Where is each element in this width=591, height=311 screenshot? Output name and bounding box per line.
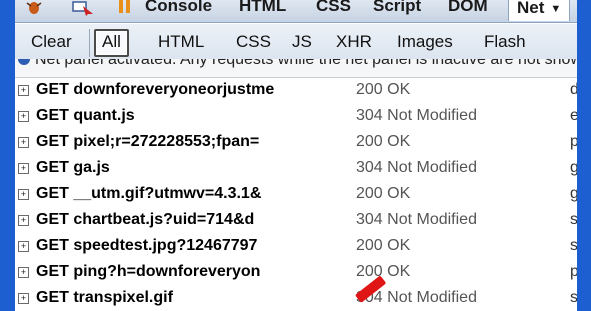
request-row[interactable]: + GET chartbeat.js?uid=714&d 304 Not Mod…	[15, 208, 577, 235]
request-status: 304 Not Modified	[356, 107, 477, 124]
request-row[interactable]: + GET ga.js 304 Not Modified go	[15, 156, 577, 183]
clear-button[interactable]: Clear	[25, 30, 78, 54]
tab-script[interactable]: Script	[373, 0, 421, 18]
request-domain: st	[570, 289, 577, 306]
request-url: GET downforeveryoneorjustme	[36, 81, 275, 98]
request-row[interactable]: + GET ping?h=downforeveryon 200 OK pi	[15, 260, 577, 287]
expand-icon[interactable]: +	[18, 137, 29, 148]
filter-images-button[interactable]: Images	[391, 30, 459, 54]
firebug-icon[interactable]	[25, 0, 43, 16]
expand-icon[interactable]: +	[18, 215, 29, 226]
expand-icon[interactable]: +	[18, 241, 29, 252]
tab-net[interactable]: Net ▼	[508, 0, 571, 21]
firebug-tabbar: Console HTML CSS Script DOM Net ▼	[15, 0, 577, 23]
filter-flash-button[interactable]: Flash	[478, 30, 532, 54]
pause-icon[interactable]	[119, 0, 131, 14]
request-url: GET quant.js	[36, 107, 135, 124]
expand-icon[interactable]: +	[18, 163, 29, 174]
request-row[interactable]: + GET pixel;r=272228553;fpan= 200 OK pi	[15, 130, 577, 157]
request-row[interactable]: + GET transpixel.gif 304 Not Modified st	[15, 286, 577, 311]
request-row[interactable]: + GET speedtest.jpg?12467797 200 OK st	[15, 234, 577, 261]
window-frame-left	[0, 0, 15, 311]
chevron-down-icon: ▼	[550, 2, 562, 15]
filter-html-button[interactable]: HTML	[152, 30, 210, 54]
request-url: GET transpixel.gif	[36, 289, 173, 306]
filter-css-button[interactable]: CSS	[230, 30, 277, 54]
expand-icon[interactable]: +	[18, 267, 29, 278]
request-url: GET chartbeat.js?uid=714&d	[36, 211, 255, 228]
tab-css[interactable]: CSS	[316, 0, 351, 18]
request-status: 304 Not Modified	[356, 211, 477, 228]
request-status: 200 OK	[356, 185, 411, 202]
filter-xhr-button[interactable]: XHR	[330, 30, 378, 54]
request-row[interactable]: + GET __utm.gif?utmwv=4.3.1& 200 OK go	[15, 182, 577, 209]
expand-icon[interactable]: +	[18, 111, 29, 122]
request-domain: ed	[570, 107, 577, 124]
request-status: 200 OK	[356, 133, 411, 150]
inspect-icon[interactable]	[71, 0, 95, 16]
request-row[interactable]: + GET quant.js 304 Not Modified ed	[15, 104, 577, 131]
request-url: GET speedtest.jpg?12467797	[36, 237, 258, 254]
request-url: GET ping?h=downforeveryon	[36, 263, 261, 280]
tab-net-label: Net	[517, 0, 545, 17]
request-domain: go	[570, 185, 577, 202]
filter-js-button[interactable]: JS	[286, 30, 318, 54]
notice-text: Net panel activated. Any requests while …	[35, 59, 577, 68]
expand-icon[interactable]: +	[18, 293, 29, 304]
tab-html[interactable]: HTML	[239, 0, 286, 18]
request-status: 304 Not Modified	[356, 159, 477, 176]
request-url: GET pixel;r=272228553;fpan=	[36, 133, 260, 150]
request-domain: do	[570, 81, 577, 98]
request-domain: go	[570, 159, 577, 176]
request-url: GET ga.js	[36, 159, 110, 176]
request-url: GET __utm.gif?utmwv=4.3.1&	[36, 185, 262, 202]
net-panel-notice: Net panel activated. Any requests while …	[15, 59, 577, 78]
tab-console[interactable]: Console	[145, 0, 212, 18]
filter-all-button[interactable]: All	[94, 29, 129, 57]
request-list: + GET downforeveryoneorjustme 200 OK do …	[15, 78, 577, 311]
request-status: 200 OK	[356, 81, 411, 98]
toolbar-divider	[89, 29, 90, 57]
request-row[interactable]: + GET downforeveryoneorjustme 200 OK do	[15, 78, 577, 105]
request-status: 200 OK	[356, 237, 411, 254]
request-domain: st	[570, 237, 577, 254]
expand-icon[interactable]: +	[18, 189, 29, 200]
tab-dom[interactable]: DOM	[448, 0, 488, 18]
info-icon	[18, 59, 30, 65]
window-frame-right	[577, 0, 591, 311]
request-domain: pi	[570, 133, 577, 150]
net-filter-toolbar: Clear All HTML CSS JS XHR Images Flash	[15, 23, 577, 60]
expand-icon[interactable]: +	[18, 85, 29, 96]
request-domain: pi	[570, 263, 577, 280]
request-domain: st	[570, 211, 577, 228]
